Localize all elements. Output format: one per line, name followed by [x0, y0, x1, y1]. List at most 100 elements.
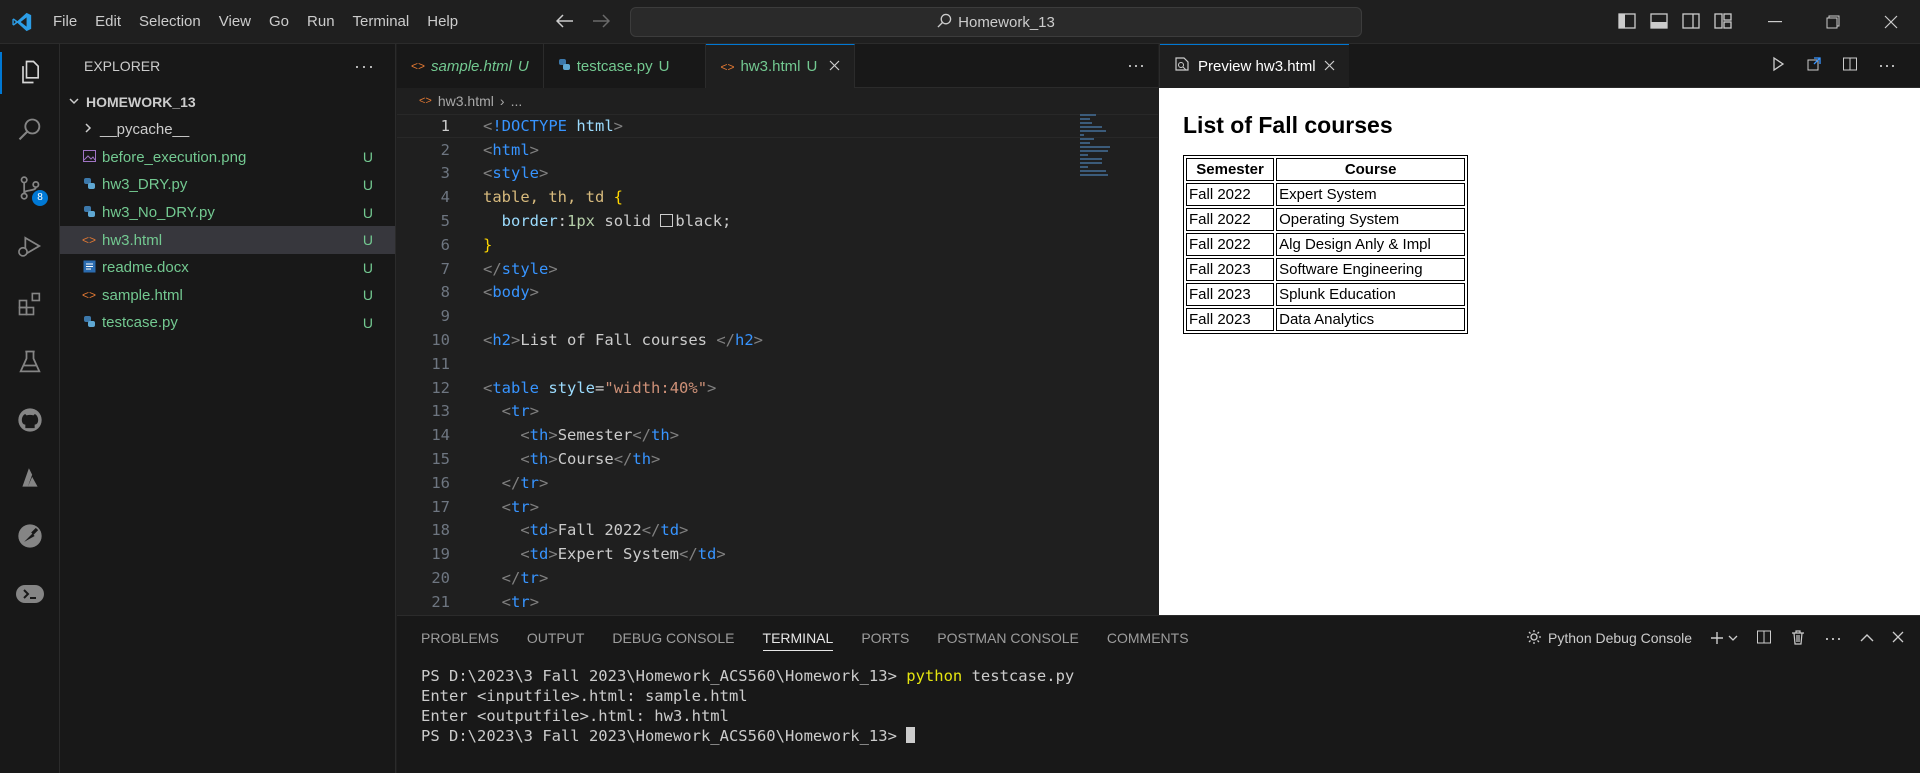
- file-item[interactable]: readme.docx U: [60, 254, 395, 282]
- tab-comments[interactable]: COMMENTS: [1107, 630, 1189, 646]
- split-terminal-icon[interactable]: [1756, 629, 1772, 648]
- close-tab-icon[interactable]: [1324, 58, 1335, 75]
- line-number: 19: [431, 545, 450, 564]
- restore-icon[interactable]: [1804, 0, 1862, 44]
- menu-help[interactable]: Help: [418, 0, 467, 44]
- more-actions-icon[interactable]: ···: [1824, 628, 1842, 649]
- tab-hw3-html[interactable]: <> hw3.html U: [706, 44, 856, 88]
- menu-go[interactable]: Go: [260, 0, 298, 44]
- extensions-activity[interactable]: [0, 276, 60, 334]
- tab-terminal[interactable]: TERMINAL: [762, 625, 834, 651]
- postman-icon: [16, 522, 44, 553]
- tab-label: testcase.py: [576, 57, 653, 75]
- maximize-panel-icon[interactable]: [1860, 630, 1874, 646]
- tab-output[interactable]: OUTPUT: [527, 630, 585, 646]
- file-label: readme.docx: [102, 259, 189, 277]
- table-cell: Fall 2022: [1186, 183, 1275, 206]
- folder-item[interactable]: __pycache__: [60, 116, 395, 144]
- run-debug-activity[interactable]: [0, 218, 60, 276]
- close-tab-icon[interactable]: [829, 58, 840, 75]
- code-editor[interactable]: 1 <!DOCTYPE html> 2 <html> 3 <style> 4 table…: [397, 114, 1158, 615]
- file-item[interactable]: before_execution.png U: [60, 144, 395, 172]
- minimize-icon[interactable]: [1746, 0, 1804, 44]
- color-swatch-icon[interactable]: [660, 214, 674, 228]
- code-token: th: [632, 450, 652, 469]
- tab-postman-console[interactable]: POSTMAN CONSOLE: [937, 630, 1079, 646]
- explorer-activity[interactable]: [0, 44, 60, 102]
- azure-activity[interactable]: [0, 450, 60, 508]
- postman-activity[interactable]: [0, 508, 60, 566]
- file-item[interactable]: testcase.py U: [60, 309, 395, 337]
- minimap[interactable]: [1080, 114, 1150, 204]
- back-arrow-icon[interactable]: [555, 13, 574, 31]
- command-center-search[interactable]: Homework_13: [630, 7, 1362, 37]
- table-header: Semester: [1186, 158, 1275, 181]
- table-row: Fall 2022 Expert System: [1186, 183, 1466, 206]
- file-item[interactable]: hw3_DRY.py U: [60, 171, 395, 199]
- line-number: 21: [431, 592, 450, 611]
- menu-bar: File Edit Selection View Go Run Terminal…: [44, 0, 467, 44]
- open-preview-icon[interactable]: [1806, 56, 1822, 75]
- code-token: body: [492, 283, 530, 302]
- line-number: 2: [440, 140, 450, 159]
- breadcrumb-file[interactable]: hw3.html: [438, 93, 494, 109]
- debug-gear-icon: [1526, 629, 1542, 648]
- toggle-primary-sidebar-icon[interactable]: [1618, 12, 1636, 32]
- close-panel-icon[interactable]: [1892, 630, 1904, 646]
- menu-file[interactable]: File: [44, 0, 86, 44]
- debug-console-selector[interactable]: Python Debug Console: [1526, 629, 1692, 648]
- table-row: Fall 2023 Software Engineering: [1186, 258, 1466, 281]
- run-icon[interactable]: [1770, 56, 1786, 75]
- menu-edit[interactable]: Edit: [86, 0, 130, 44]
- tab-label: Preview hw3.html: [1198, 57, 1316, 75]
- testing-activity[interactable]: [0, 334, 60, 392]
- code-line: 1 <!DOCTYPE html>: [397, 114, 1158, 138]
- source-control-activity[interactable]: 8: [0, 160, 60, 218]
- word-file-icon: [80, 260, 98, 276]
- toggle-panel-icon[interactable]: [1650, 12, 1668, 32]
- close-window-icon[interactable]: [1862, 0, 1920, 44]
- menu-terminal[interactable]: Terminal: [344, 0, 419, 44]
- html-file-icon: <>: [720, 59, 735, 74]
- forward-arrow-icon[interactable]: [592, 13, 611, 31]
- more-actions-icon[interactable]: ···: [354, 56, 375, 77]
- code-line: 11: [397, 352, 1158, 376]
- file-item[interactable]: <> sample.html U: [60, 282, 395, 310]
- terminal-command: python: [906, 667, 963, 685]
- file-label: testcase.py: [102, 314, 178, 332]
- menu-selection[interactable]: Selection: [130, 0, 210, 44]
- tab-sample-html[interactable]: <> sample.html U: [397, 44, 544, 88]
- toggle-secondary-sidebar-icon[interactable]: [1682, 12, 1700, 32]
- menu-view[interactable]: View: [210, 0, 260, 44]
- more-actions-icon[interactable]: ···: [1878, 55, 1896, 76]
- add-terminal-icon[interactable]: [1710, 631, 1738, 645]
- tab-debug-console[interactable]: DEBUG CONSOLE: [612, 630, 734, 646]
- table-cell: Operating System: [1276, 208, 1466, 231]
- github-activity[interactable]: [0, 392, 60, 450]
- remote-activity[interactable]: [0, 566, 60, 624]
- terminal-output[interactable]: PS D:\2023\3 Fall 2023\Homework_ACS560\H…: [397, 660, 1920, 752]
- tab-label: sample.html: [431, 57, 512, 75]
- python-file-icon: [80, 205, 98, 221]
- file-label: sample.html: [102, 286, 183, 304]
- breadcrumb-rest[interactable]: ...: [511, 93, 523, 109]
- customize-layout-icon[interactable]: [1714, 12, 1732, 32]
- editor-more-actions-icon[interactable]: ···: [1114, 44, 1158, 87]
- file-label: hw3_DRY.py: [102, 176, 188, 194]
- file-item[interactable]: hw3_No_DRY.py U: [60, 199, 395, 227]
- tab-problems[interactable]: PROBLEMS: [421, 630, 499, 646]
- tab-ports[interactable]: PORTS: [861, 630, 909, 646]
- workspace-folder[interactable]: HOMEWORK_13: [60, 88, 395, 116]
- split-editor-icon[interactable]: [1842, 56, 1858, 75]
- menu-run[interactable]: Run: [298, 0, 344, 44]
- untracked-badge: U: [362, 259, 373, 276]
- trash-icon[interactable]: [1790, 629, 1806, 648]
- line-number: 7: [440, 259, 450, 278]
- tab-preview[interactable]: Preview hw3.html: [1160, 43, 1349, 88]
- table-header: Course: [1276, 158, 1466, 181]
- search-activity[interactable]: [0, 102, 60, 160]
- file-item-selected[interactable]: <> hw3.html U: [60, 226, 395, 254]
- line-number: 5: [440, 212, 450, 231]
- terminal-prompt: PS D:\2023\3 Fall 2023\Homework_ACS560\H…: [421, 667, 907, 685]
- tab-testcase-py[interactable]: testcase.py U: [543, 44, 707, 88]
